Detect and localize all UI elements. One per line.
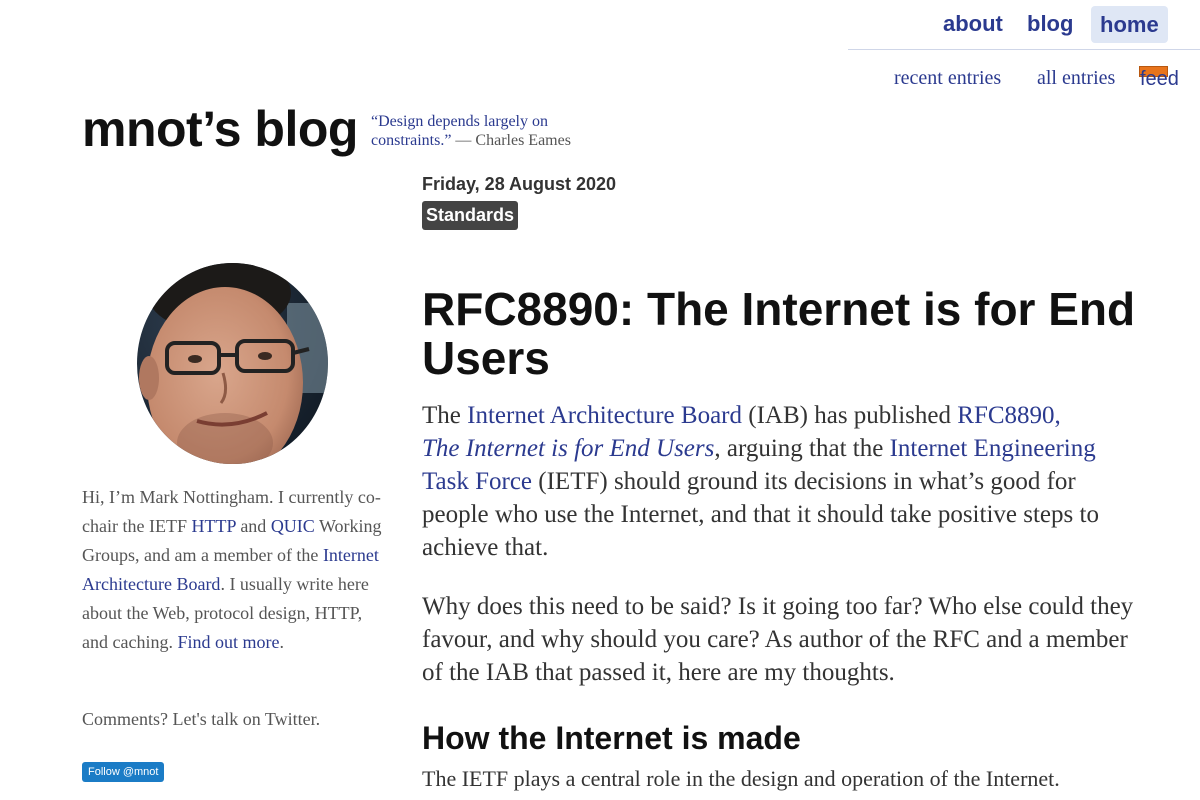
para-text: , arguing that the	[714, 435, 890, 462]
para-text: (IAB) has published	[742, 402, 958, 429]
author-bio: Hi, I’m Mark Nottingham. I currently co-…	[82, 483, 382, 657]
avatar	[137, 263, 328, 464]
comments-note: Comments? Let's talk on Twitter.	[82, 709, 321, 729]
all-entries-link[interactable]: all entries	[1037, 66, 1115, 90]
iab-link[interactable]: Internet Architecture Board	[467, 402, 742, 429]
post-paragraph: Why does this need to be said? Is it goi…	[422, 593, 1134, 686]
recent-entries-link[interactable]: recent entries	[894, 66, 1001, 90]
twitter-follow-button[interactable]: Follow @mnot	[82, 762, 165, 782]
nav-about-link[interactable]: about	[943, 10, 1003, 38]
feed-badge[interactable]: feed	[1139, 66, 1179, 90]
tagline-author: — Charles Eames	[451, 132, 571, 149]
author-photo	[137, 263, 328, 464]
rfc-number: RFC8890,	[957, 402, 1061, 429]
main-nav: about blog home	[848, 0, 1200, 50]
rfc-title: The Internet is for End Users	[422, 435, 715, 462]
http-wg-link[interactable]: HTTP	[191, 516, 235, 536]
bio-text: .	[279, 632, 284, 652]
post-paragraph: The IETF plays a central role in the des…	[422, 766, 1060, 791]
quic-wg-link[interactable]: QUIC	[271, 516, 315, 536]
section-heading: How the Internet is made	[422, 720, 801, 756]
post-paragraph: The Internet Architecture Board (IAB) ha…	[422, 399, 1142, 564]
para-text: The	[422, 402, 468, 429]
category-tag[interactable]: Standards	[422, 201, 519, 230]
bio-text: and	[235, 516, 271, 536]
post-title: RFC8890: The Internet is for End Users	[422, 283, 1136, 384]
site-tagline: “Design depends largely on constraints.”…	[371, 112, 601, 150]
site-title[interactable]: mnot’s blog	[82, 98, 358, 160]
post-date: Friday, 28 August 2020	[422, 174, 617, 194]
nav-blog-link[interactable]: blog	[1027, 10, 1073, 38]
nav-home-link[interactable]: home	[1091, 6, 1168, 43]
find-out-more-link[interactable]: Find out more	[177, 632, 279, 652]
